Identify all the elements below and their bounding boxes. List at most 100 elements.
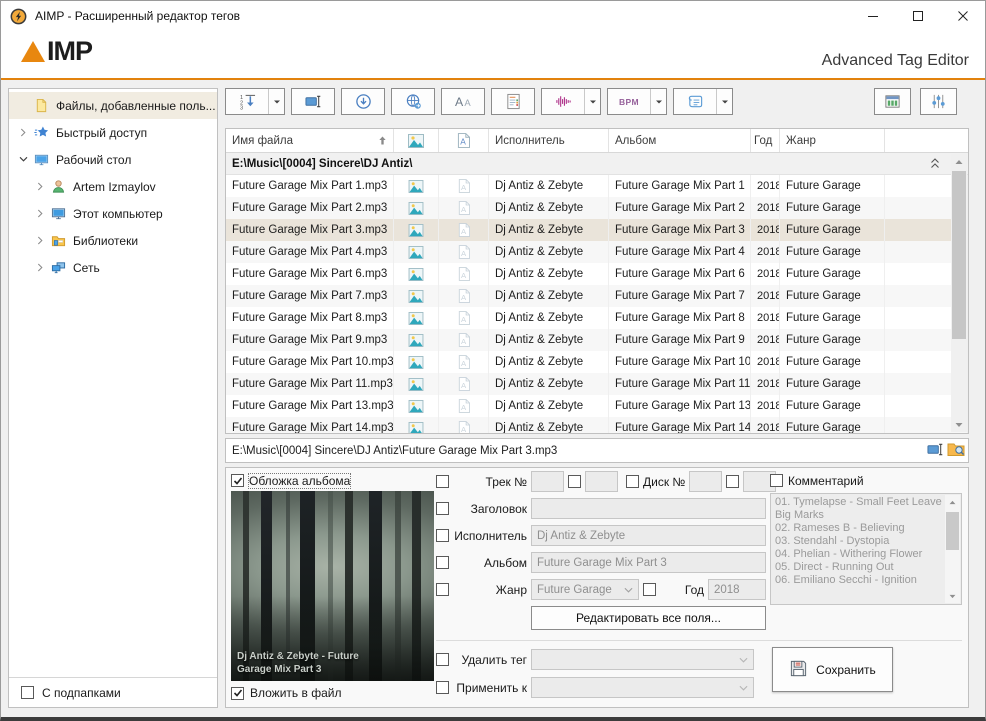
chevron-right-icon[interactable]	[32, 179, 49, 195]
sidebar-item-network[interactable]: Сеть	[9, 254, 217, 281]
cell-filename: Future Garage Mix Part 4.mp3	[226, 241, 394, 263]
table-row[interactable]: Future Garage Mix Part 4.mp3ADj Antiz & …	[226, 241, 968, 263]
disc-number-input[interactable]	[689, 471, 722, 492]
table-row[interactable]: Future Garage Mix Part 2.mp3ADj Antiz & …	[226, 197, 968, 219]
disc-total-checkbox[interactable]	[726, 475, 739, 488]
sidebar-item-libraries[interactable]: Библиотеки	[9, 227, 217, 254]
album-input[interactable]: Future Garage Mix Part 3	[531, 552, 766, 573]
folder-search-icon[interactable]	[947, 441, 965, 460]
chevron-right-icon[interactable]	[15, 125, 32, 141]
minimize-button[interactable]	[850, 1, 895, 31]
table-row[interactable]: Future Garage Mix Part 1.mp3ADj Antiz & …	[226, 175, 968, 197]
comment-scrollbar[interactable]	[945, 495, 960, 603]
dropdown-caret-icon[interactable]	[650, 89, 666, 114]
apply-to-dropdown[interactable]	[531, 677, 754, 698]
dropdown-caret-icon[interactable]	[716, 89, 732, 114]
sidebar-item-user-files[interactable]: Файлы, добавленные поль...	[9, 92, 217, 119]
year-checkbox[interactable]	[643, 583, 656, 596]
group-row[interactable]: E:\Music\[0004] Sincere\DJ Antiz\	[226, 153, 968, 175]
table-row[interactable]: Future Garage Mix Part 7.mp3ADj Antiz & …	[226, 285, 968, 307]
bpm-button[interactable]: BPM	[607, 88, 667, 115]
chevron-right-icon[interactable]	[32, 233, 49, 249]
genre-checkbox[interactable]	[436, 583, 449, 596]
genre-dropdown[interactable]: Future Garage	[531, 579, 639, 600]
cell-year: 2018	[751, 175, 780, 197]
scrollbar-thumb[interactable]	[946, 512, 959, 550]
table-row[interactable]: Future Garage Mix Part 8.mp3ADj Antiz & …	[226, 307, 968, 329]
toolbar: 123 AA BPM	[225, 88, 969, 124]
lyrics-button[interactable]	[491, 88, 535, 115]
disc-number-checkbox[interactable]	[626, 475, 639, 488]
cell-year: 2018	[751, 395, 780, 417]
cell-genre: Future Garage	[780, 197, 885, 219]
column-header-album[interactable]: Альбом	[609, 129, 751, 152]
track-numbering-button[interactable]: 123	[225, 88, 285, 115]
columns-button[interactable]	[874, 88, 911, 115]
scroll-up-icon[interactable]	[951, 154, 967, 169]
edit-all-fields-button[interactable]: Редактировать все поля...	[531, 606, 766, 630]
sidebar-item-user-profile[interactable]: Artem Izmaylov	[9, 173, 217, 200]
column-header-lyrics[interactable]: A	[439, 129, 489, 152]
title-checkbox[interactable]	[436, 502, 449, 515]
table-row[interactable]: Future Garage Mix Part 9.mp3ADj Antiz & …	[226, 329, 968, 351]
album-checkbox[interactable]	[436, 556, 449, 569]
scroll-down-icon[interactable]	[951, 417, 967, 432]
embed-in-file-checkbox[interactable]	[231, 687, 244, 700]
column-header-year[interactable]: Год	[751, 129, 780, 152]
column-header-genre[interactable]: Жанр	[780, 129, 885, 152]
table-row[interactable]: Future Garage Mix Part 11.mp3ADj Antiz &…	[226, 373, 968, 395]
chevron-down-icon[interactable]	[15, 152, 32, 168]
column-header-filename[interactable]: Имя файла	[226, 129, 394, 152]
table-row[interactable]: Future Garage Mix Part 3.mp3ADj Antiz & …	[226, 219, 968, 241]
table-row[interactable]: Future Garage Mix Part 14.mp3ADj Antiz &…	[226, 417, 968, 434]
scripts-button[interactable]	[673, 88, 733, 115]
column-header-artist[interactable]: Исполнитель	[489, 129, 609, 152]
album-art-image[interactable]: Dj Antiz & Zebyte - Future Garage Mix Pa…	[231, 491, 434, 681]
customize-button[interactable]	[920, 88, 957, 115]
album-art-checkbox[interactable]	[231, 474, 244, 487]
table-row[interactable]: Future Garage Mix Part 6.mp3ADj Antiz & …	[226, 263, 968, 285]
desktop-icon	[32, 152, 50, 168]
track-total-checkbox[interactable]	[568, 475, 581, 488]
letter-case-button[interactable]: AA	[441, 88, 485, 115]
table-row[interactable]: Future Garage Mix Part 13.mp3ADj Antiz &…	[226, 395, 968, 417]
sidebar-item-quick-access[interactable]: Быстрый доступ	[9, 119, 217, 146]
comment-checkbox[interactable]	[770, 474, 783, 487]
waveform-button[interactable]	[541, 88, 601, 115]
track-total-input[interactable]	[585, 471, 618, 492]
chevron-right-icon[interactable]	[32, 206, 49, 222]
comment-box[interactable]: 01. Tymelapse - Small Feet Leave Big Mar…	[770, 493, 962, 605]
column-header-cover[interactable]	[394, 129, 439, 152]
close-button[interactable]	[940, 1, 985, 31]
delete-tag-dropdown[interactable]	[531, 649, 754, 670]
dropdown-caret-icon[interactable]	[268, 89, 284, 114]
apply-to-checkbox[interactable]	[436, 681, 449, 694]
lyrics-icon: A	[439, 197, 489, 219]
dropdown-caret-icon[interactable]	[584, 89, 600, 114]
table-row[interactable]: Future Garage Mix Part 10.mp3ADj Antiz &…	[226, 351, 968, 373]
fill-from-file-button[interactable]	[341, 88, 385, 115]
sidebar-item-desktop[interactable]: Рабочий стол	[9, 146, 217, 173]
table-scrollbar[interactable]	[951, 154, 967, 432]
scroll-up-icon[interactable]	[945, 495, 960, 509]
rename-files-button[interactable]	[291, 88, 335, 115]
artist-input[interactable]: Dj Antiz & Zebyte	[531, 525, 766, 546]
scroll-down-icon[interactable]	[945, 589, 960, 603]
collapse-group-icon[interactable]	[930, 158, 940, 172]
sidebar-item-this-computer[interactable]: Этот компьютер	[9, 200, 217, 227]
chevron-right-icon[interactable]	[32, 260, 49, 276]
editor-divider	[436, 640, 962, 641]
track-number-checkbox[interactable]	[436, 475, 449, 488]
scrollbar-thumb[interactable]	[952, 171, 966, 339]
year-input[interactable]: 2018	[708, 579, 766, 600]
maximize-button[interactable]	[895, 1, 940, 31]
artist-checkbox[interactable]	[436, 529, 449, 542]
save-button[interactable]: Сохранить	[772, 647, 893, 692]
lyrics-icon: A	[439, 351, 489, 373]
fill-from-internet-button[interactable]	[391, 88, 435, 115]
delete-tag-checkbox[interactable]	[436, 653, 449, 666]
subfolders-checkbox[interactable]	[21, 686, 34, 699]
rename-icon[interactable]	[927, 441, 944, 461]
title-input[interactable]	[531, 498, 766, 519]
track-number-input[interactable]	[531, 471, 564, 492]
